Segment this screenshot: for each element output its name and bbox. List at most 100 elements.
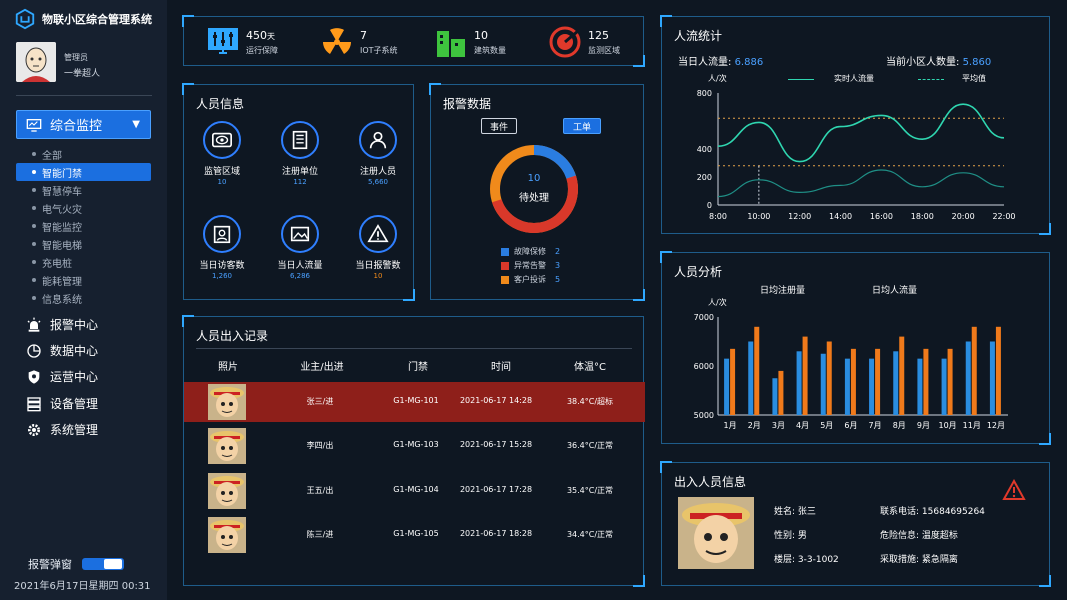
bar (875, 348, 881, 415)
y-tick-label: 800 (697, 89, 712, 98)
submenu-info-system[interactable]: 信息系统 (16, 289, 151, 307)
info-value: 5,660 (367, 178, 389, 186)
x-tick-label: 6月 (844, 421, 857, 430)
legend-registrations: 日均注册量 (760, 286, 806, 296)
x-tick-label: 14:00 (829, 212, 852, 221)
menu-main-label: 综合监控 (50, 119, 103, 134)
submenu-smart-elevator[interactable]: 智能电梯 (16, 235, 151, 253)
monitor-icon (26, 118, 42, 132)
nav-system-management[interactable]: 系统管理 (26, 421, 98, 438)
stat-runtime: 450天 运行保障 (206, 25, 278, 59)
legend-value: 5 (555, 275, 561, 284)
bar (917, 358, 923, 415)
submenu-label: 智慧停车 (42, 186, 82, 198)
cell-temp: 34.4°C/正常 (566, 530, 614, 539)
table-row[interactable]: 张三/进 G1-MG-101 2021-06-17 14:28 38.4°C/超… (184, 382, 645, 422)
info-daily-flow[interactable]: 当日人流量 6,286 (260, 215, 340, 280)
submenu-all[interactable]: 全部 (16, 145, 151, 163)
nav-data-center[interactable]: 数据中心 (26, 342, 98, 359)
submenu-charging[interactable]: 充电桩 (16, 253, 151, 271)
building-icon (292, 130, 308, 150)
tab-events[interactable]: 事件 (481, 118, 517, 134)
y-tick-label: 7000 (694, 313, 714, 322)
person-photo (208, 473, 246, 509)
nav-alarm-center[interactable]: 报警中心 (26, 316, 98, 333)
table-row[interactable]: 陈三/进 G1-MG-105 2021-06-17 18:28 34.4°C/正… (184, 515, 645, 555)
server-icon (27, 396, 41, 411)
cell-time: 2021-06-17 14:28 (459, 396, 533, 405)
today-flow: 当日人流量: 6.886 (678, 53, 763, 68)
cell-owner: 张三/进 (306, 397, 334, 406)
datetime: 2021年6月17日星期四 00:31 (14, 581, 151, 592)
info-daily-alarms[interactable]: 当日报警数 10 (338, 215, 418, 280)
gear-icon (28, 423, 40, 436)
info-label: 当日报警数 (355, 261, 401, 271)
people-analysis-panel: 人员分析 日均注册量 日均人流量 人/次 5000 6000 7000 1月 2月 3月 4… (660, 251, 1051, 445)
stat-label: IOT子系统 (360, 45, 398, 55)
current-people: 当前小区人数量: 5.860 (886, 53, 991, 68)
user-profile[interactable]: 管理员 一拳超人 (16, 42, 100, 82)
warning-icon (1002, 479, 1026, 500)
legend-abnormal: 异常告警 3 (501, 260, 560, 271)
bar (923, 348, 929, 415)
series-line (717, 169, 1005, 198)
nav-device-management[interactable]: 设备管理 (26, 395, 98, 412)
info-registered-people[interactable]: 注册人员 5,660 (338, 121, 418, 186)
bar (941, 358, 947, 415)
stat-unit: 天 (267, 31, 275, 41)
x-tick-label: 10月 (938, 421, 956, 430)
x-tick-label: 4月 (796, 421, 809, 430)
x-tick-label: 12月 (987, 421, 1005, 430)
x-tick-label: 7月 (869, 421, 882, 430)
nav-label: 运营中心 (50, 370, 99, 384)
person-icon (369, 131, 387, 149)
stat-iot: 7 IOT子系统 (320, 25, 398, 59)
alarm-popup-toggle[interactable] (82, 558, 124, 570)
submenu-label: 能耗管理 (42, 276, 82, 288)
x-tick-label: 18:00 (911, 212, 934, 221)
submenu-smart-parking[interactable]: 智慧停车 (16, 181, 151, 199)
x-tick-label: 1月 (724, 421, 737, 430)
user-name: 一拳超人 (64, 69, 101, 79)
radar-icon (549, 26, 581, 58)
cell-temp: 36.4°C/正常 (566, 441, 614, 450)
submenu-energy[interactable]: 能耗管理 (16, 271, 151, 289)
bar (899, 336, 905, 415)
analysis-bar-chart: 5000 6000 7000 1月 2月 3月 4月 5月 6月 7月 8月 9月 10月 11月 12月 (694, 313, 1008, 430)
person-photo (208, 517, 246, 553)
kv-value: 15684695264 (921, 507, 985, 517)
panel-title: 报警数据 (443, 97, 492, 111)
info-label: 注册人员 (359, 167, 396, 177)
cell-temp: 38.4°C/超标 (566, 397, 614, 406)
legend-value: 2 (555, 247, 561, 256)
x-tick-label: 9月 (917, 421, 930, 430)
bar (772, 378, 778, 415)
info-visitors[interactable]: 当日访客数 1,260 (182, 215, 262, 280)
nav-label: 报警中心 (50, 318, 99, 332)
col-header-photo: 照片 (218, 362, 238, 373)
bar (754, 326, 760, 415)
avatar[interactable] (16, 42, 56, 82)
panel-title: 出入人员信息 (674, 475, 747, 489)
info-registered-units[interactable]: 注册单位 112 (260, 121, 340, 186)
current-people-label: 当前小区人数量: (886, 57, 960, 68)
info-value: 112 (293, 178, 307, 186)
alarm-popup-label: 报警弹窗 (28, 558, 72, 571)
table-row[interactable]: 李四/出 G1-MG-103 2021-06-17 15:28 36.4°C/正… (184, 426, 645, 466)
stat-label: 建筑数量 (474, 45, 506, 55)
stat-value: 450 (246, 28, 267, 42)
menu-comprehensive-monitoring[interactable]: 综合监控 ▼ (16, 110, 151, 139)
submenu-electrical-fire[interactable]: 电气火灾 (16, 199, 151, 217)
submenu-smart-monitor[interactable]: 智能监控 (16, 217, 151, 235)
table-row[interactable]: 王五/出 G1-MG-104 2021-06-17 17:28 35.4°C/正… (184, 471, 645, 511)
x-tick-label: 16:00 (870, 212, 893, 221)
control-panel-icon (208, 28, 238, 54)
submenu-smart-access[interactable]: 智能门禁 (16, 163, 151, 181)
legend-realtime-label: 实时人流量 (834, 74, 874, 83)
pie-chart-icon (27, 343, 41, 358)
info-label: 注册单位 (281, 167, 318, 177)
tab-work-orders[interactable]: 工单 (563, 118, 601, 134)
info-label: 监管区域 (203, 167, 240, 177)
info-monitor-area[interactable]: 监管区域 10 (182, 121, 262, 186)
nav-operations-center[interactable]: 运营中心 (26, 368, 98, 385)
